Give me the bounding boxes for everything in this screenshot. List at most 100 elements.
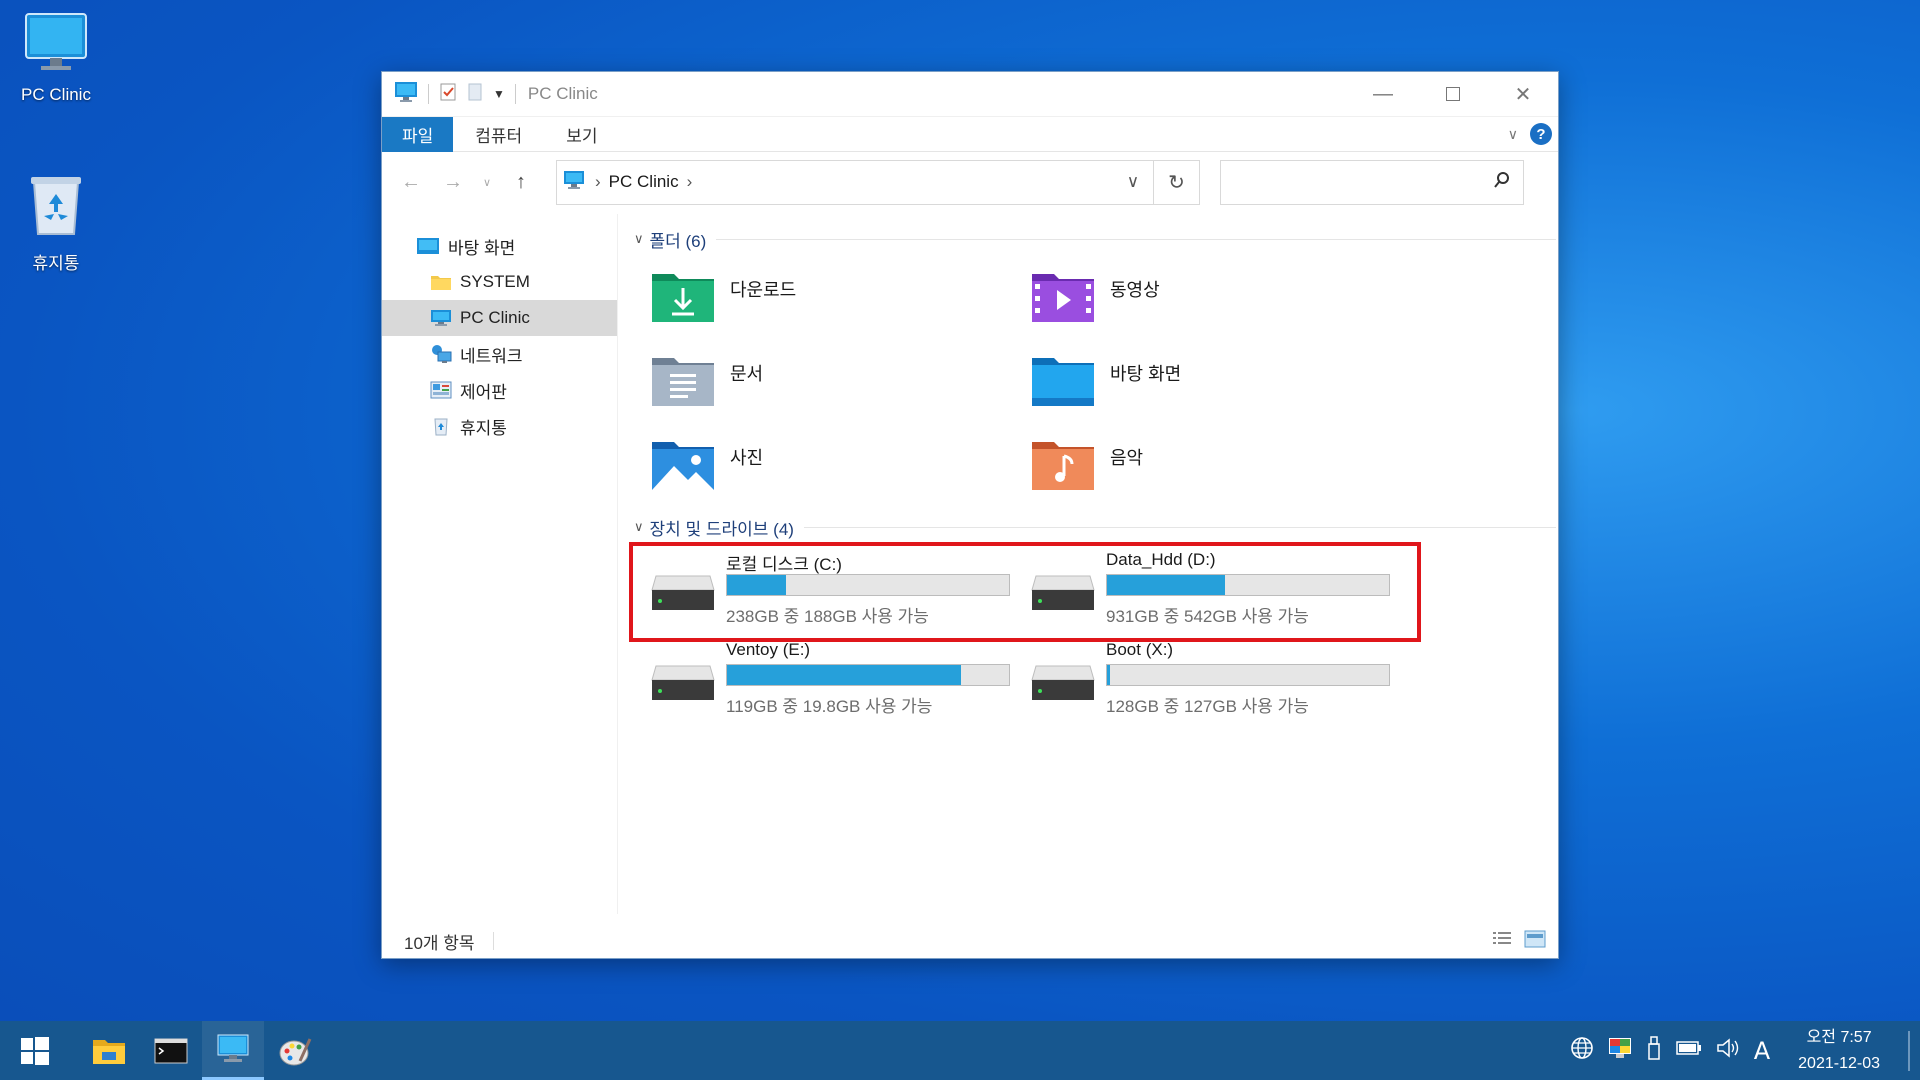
group-title: 폴더 (6) bbox=[649, 231, 707, 251]
breadcrumb-chevron-icon[interactable]: › bbox=[595, 172, 601, 192]
volume-icon[interactable] bbox=[1716, 1037, 1740, 1064]
drive-item-x[interactable]: Boot (X:) 128GB 중 127GB 사용 가능 bbox=[1030, 632, 1410, 722]
folder-item-music[interactable]: 음악 bbox=[1030, 422, 1410, 506]
video-folder-icon bbox=[1030, 268, 1096, 324]
usb-device-icon[interactable] bbox=[1646, 1036, 1662, 1065]
computer-icon bbox=[430, 309, 452, 327]
details-view-icon[interactable] bbox=[1492, 930, 1512, 953]
network-globe-icon[interactable] bbox=[1570, 1036, 1594, 1065]
folder-label: 바탕 화면 bbox=[1110, 364, 1182, 384]
expand-ribbon-icon[interactable]: ∨ bbox=[1508, 126, 1518, 143]
color-display-icon[interactable] bbox=[1608, 1037, 1632, 1064]
sidebar-item-network[interactable]: 네트워크 bbox=[382, 336, 617, 372]
tab-computer[interactable]: 컴퓨터 bbox=[453, 117, 544, 152]
address-bar[interactable]: › PC Clinic › ∨ ↻ bbox=[556, 159, 1200, 205]
navigation-bar: ← → ∨ ↑ › PC Clinic › ∨ ↻ bbox=[382, 152, 1558, 212]
recent-locations-button[interactable]: ∨ bbox=[478, 165, 496, 199]
divider bbox=[514, 84, 516, 104]
tiles-view-icon[interactable] bbox=[1524, 930, 1546, 953]
window-controls: — ✕ bbox=[1348, 72, 1558, 117]
sidebar-item-label: PC Clinic bbox=[460, 308, 530, 327]
sidebar-item-label: 바탕 화면 bbox=[448, 238, 516, 258]
up-button[interactable]: ↑ bbox=[504, 165, 538, 199]
folder-item-downloads[interactable]: 다운로드 bbox=[650, 254, 1030, 338]
minimize-button[interactable]: — bbox=[1348, 72, 1418, 117]
drive-usage-fill bbox=[1107, 665, 1110, 685]
computer-icon bbox=[563, 170, 585, 195]
sidebar-item-pc-clinic[interactable]: PC Clinic bbox=[382, 300, 617, 336]
drive-free-space: 119GB 중 19.8GB 사용 가능 bbox=[726, 697, 933, 716]
title-bar: ▼ PC Clinic — ✕ bbox=[382, 72, 1558, 117]
highlight-box bbox=[629, 542, 1421, 642]
sidebar-item-label: 네트워크 bbox=[460, 346, 523, 366]
clock-date: 2021-12-03 bbox=[1798, 1054, 1880, 1072]
taskbar-file-explorer[interactable] bbox=[78, 1021, 140, 1080]
folder-icon bbox=[430, 273, 452, 291]
folder-item-documents[interactable]: 문서 bbox=[650, 338, 1030, 422]
taskbar-command-prompt[interactable] bbox=[140, 1021, 202, 1080]
group-header-drives[interactable]: ∨ 장치 및 드라이브 (4) bbox=[626, 512, 1556, 542]
computer-icon bbox=[394, 81, 418, 108]
battery-icon[interactable] bbox=[1675, 1039, 1702, 1062]
network-icon bbox=[430, 344, 452, 364]
desktop-icon-pc-clinic[interactable]: PC Clinic bbox=[6, 12, 106, 105]
sidebar-item-system[interactable]: SYSTEM bbox=[382, 264, 617, 300]
divider bbox=[803, 526, 1556, 528]
breadcrumb-chevron-icon[interactable]: › bbox=[687, 172, 693, 192]
recycle-bin-icon bbox=[6, 172, 106, 243]
close-button[interactable]: ✕ bbox=[1488, 72, 1558, 117]
sidebar-item-label: 휴지통 bbox=[460, 418, 507, 438]
sidebar-item-label: SYSTEM bbox=[460, 272, 530, 291]
folder-item-videos[interactable]: 동영상 bbox=[1030, 254, 1410, 338]
status-bar: 10개 항목 bbox=[382, 924, 1558, 958]
address-dropdown-icon[interactable]: ∨ bbox=[1113, 161, 1153, 204]
desktop-icon-label: 휴지통 bbox=[32, 254, 80, 273]
new-folder-icon[interactable] bbox=[467, 82, 483, 107]
download-folder-icon bbox=[650, 268, 716, 324]
back-button[interactable]: ← bbox=[394, 165, 428, 199]
drive-free-space: 128GB 중 127GB 사용 가능 bbox=[1106, 697, 1309, 716]
folder-item-desktop[interactable]: 바탕 화면 bbox=[1030, 338, 1410, 422]
drive-item-e[interactable]: Ventoy (E:) 119GB 중 19.8GB 사용 가능 bbox=[650, 632, 1030, 722]
folder-label: 문서 bbox=[730, 364, 764, 384]
taskbar: A 오전 7:57 2021-12-03 bbox=[0, 1021, 1920, 1080]
sidebar-item-desktop[interactable]: 바탕 화면 bbox=[382, 228, 617, 264]
forward-button[interactable]: → bbox=[436, 165, 470, 199]
start-button[interactable] bbox=[4, 1021, 66, 1080]
properties-icon[interactable] bbox=[439, 82, 457, 107]
hard-drive-icon bbox=[650, 664, 716, 704]
pictures-folder-icon bbox=[650, 436, 716, 492]
navigation-pane: 바탕 화면 SYSTEM PC Clinic 네트워크 제어판 휴지통 bbox=[382, 214, 618, 914]
help-icon[interactable]: ? bbox=[1530, 123, 1552, 145]
desktop-icon bbox=[416, 237, 440, 255]
drive-usage-bar bbox=[1106, 664, 1390, 686]
customize-dropdown-icon[interactable]: ▼ bbox=[493, 87, 505, 101]
tab-file[interactable]: 파일 bbox=[382, 116, 454, 152]
taskbar-paint[interactable] bbox=[264, 1021, 326, 1080]
refresh-button[interactable]: ↻ bbox=[1153, 160, 1199, 204]
sidebar-item-recycle-bin[interactable]: 휴지통 bbox=[382, 408, 617, 444]
folder-label: 다운로드 bbox=[730, 280, 797, 300]
system-tray: A 오전 7:57 2021-12-03 bbox=[1570, 1025, 1920, 1077]
drive-usage-bar bbox=[726, 664, 1010, 686]
taskbar-pc-clinic[interactable] bbox=[202, 1021, 264, 1080]
desktop-icon-recycle-bin[interactable]: 휴지통 bbox=[6, 172, 106, 274]
sidebar-item-label: 제어판 bbox=[460, 382, 507, 402]
windows-logo-icon bbox=[21, 1036, 49, 1065]
group-header-folders[interactable]: ∨ 폴더 (6) bbox=[626, 224, 1556, 254]
show-desktop-button[interactable] bbox=[1908, 1030, 1910, 1071]
breadcrumb-item[interactable]: PC Clinic bbox=[609, 172, 679, 192]
hard-drive-icon bbox=[1030, 664, 1096, 704]
sidebar-item-control-panel[interactable]: 제어판 bbox=[382, 372, 617, 408]
paint-palette-icon bbox=[279, 1037, 312, 1065]
drive-name: Ventoy (E:) bbox=[726, 640, 811, 659]
search-input[interactable] bbox=[1220, 159, 1524, 205]
clock[interactable]: 오전 7:57 2021-12-03 bbox=[1784, 1025, 1894, 1077]
maximize-button[interactable] bbox=[1418, 72, 1488, 117]
control-panel-icon bbox=[430, 381, 452, 399]
tab-view[interactable]: 보기 bbox=[544, 117, 619, 152]
divider bbox=[716, 238, 1556, 240]
input-method-indicator[interactable]: A bbox=[1754, 1037, 1770, 1065]
folder-item-pictures[interactable]: 사진 bbox=[650, 422, 1030, 506]
divider bbox=[428, 84, 429, 104]
